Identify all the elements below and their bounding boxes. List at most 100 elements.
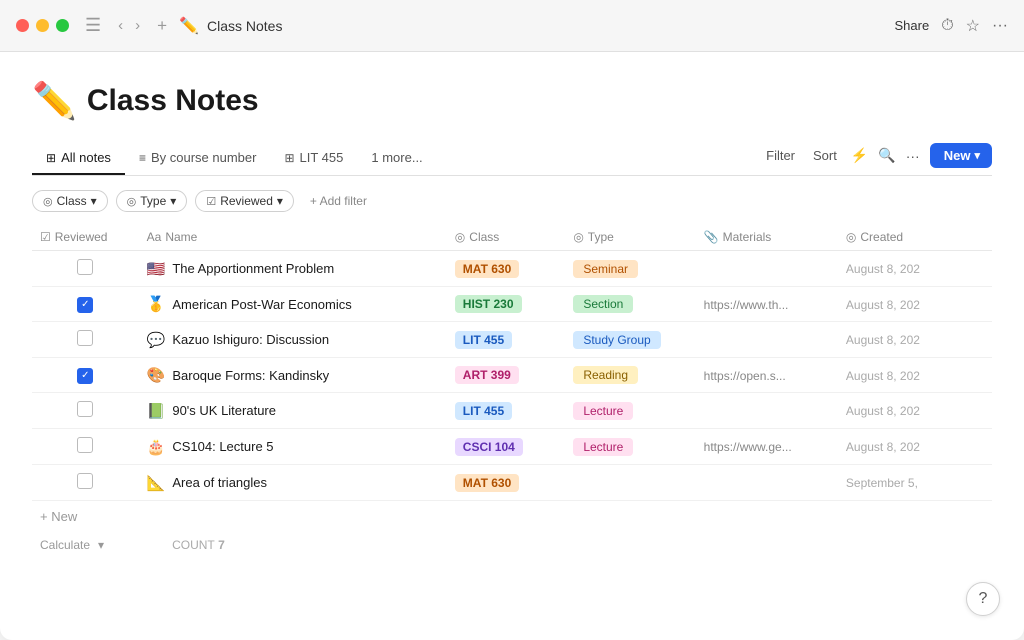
more-options-icon[interactable]: ···	[992, 17, 1008, 35]
table-row[interactable]: ✓🥇American Post-War EconomicsHIST 230Sec…	[32, 287, 992, 322]
row-icon: 💬	[147, 331, 166, 349]
created-date: August 8, 202	[846, 262, 920, 276]
tab-more[interactable]: 1 more...	[357, 142, 436, 175]
created-date: September 5,	[846, 476, 918, 490]
tab-all-notes[interactable]: ⊞ All notes	[32, 142, 125, 175]
class-badge: CSCI 104	[455, 438, 523, 456]
type-badge: Lecture	[573, 438, 633, 456]
tab-by-course-label: By course number	[151, 150, 257, 165]
lightning-icon[interactable]: ⚡	[851, 147, 868, 164]
table-row[interactable]: 🇺🇸The Apportionment ProblemMAT 630Semina…	[32, 251, 992, 287]
add-filter-button[interactable]: + Add filter	[302, 191, 375, 211]
table-row[interactable]: 💬 Kazuo Ishiguro: Discussion LIT 455 Study …	[32, 322, 992, 358]
filter-reviewed[interactable]: ☑ Reviewed ▾	[195, 190, 294, 212]
filter-type[interactable]: ◎ Type ▾	[116, 190, 188, 212]
tab-all-notes-icon: ⊞	[46, 151, 56, 165]
col-type-icon: ◎	[573, 230, 583, 244]
col-created-icon: ◎	[846, 230, 856, 244]
created-date: August 8, 202	[846, 404, 920, 418]
row-icon: 📗	[147, 402, 166, 420]
col-name-icon: Aa	[147, 230, 162, 244]
tab-by-course-icon: ≡	[139, 151, 146, 165]
history-icon[interactable]: ⏱	[941, 17, 953, 35]
col-header-materials[interactable]: 📎 Materials	[696, 224, 838, 251]
col-class-icon: ◎	[455, 230, 465, 244]
row-icon: 🎨	[147, 366, 166, 384]
row-icon: 🎂	[147, 438, 166, 456]
filter-class-chevron: ▾	[91, 194, 97, 208]
review-checkbox[interactable]	[77, 437, 93, 453]
review-checkbox[interactable]: ✓	[77, 297, 93, 313]
materials-link[interactable]: https://open.s...	[704, 369, 786, 383]
titlebar-actions: Share ⏱ ☆ ···	[894, 16, 1008, 36]
tab-all-notes-label: All notes	[61, 150, 111, 165]
filter-class[interactable]: ◎ Class ▾	[32, 190, 108, 212]
nav-prev-button[interactable]: ‹	[113, 15, 128, 36]
add-page-button[interactable]: +	[157, 16, 167, 36]
row-name[interactable]: American Post-War Economics	[172, 297, 351, 312]
search-icon[interactable]: 🔍	[878, 147, 895, 164]
col-header-created[interactable]: ◎ Created	[838, 224, 992, 251]
favorite-icon[interactable]: ☆	[966, 16, 980, 36]
page-title: Class Notes	[87, 84, 259, 118]
calculate-chevron[interactable]: ▾	[98, 538, 104, 552]
toolbar-more-icon[interactable]: ···	[906, 148, 920, 164]
row-icon: 📐	[147, 474, 166, 492]
new-button-chevron: ▾	[974, 149, 980, 162]
materials-link[interactable]: https://www.th...	[704, 298, 789, 312]
col-header-type[interactable]: ◎ Type	[565, 224, 695, 251]
row-name[interactable]: Area of triangles	[172, 475, 267, 490]
filter-class-label: Class	[57, 194, 87, 208]
review-checkbox[interactable]	[77, 473, 93, 489]
col-materials-icon: 📎	[704, 230, 719, 244]
help-button[interactable]: ?	[966, 582, 1000, 616]
col-header-reviewed[interactable]: ☑ Reviewed	[32, 224, 139, 251]
row-name[interactable]: Baroque Forms: Kandinsky	[172, 368, 329, 383]
filter-type-label: Type	[140, 194, 166, 208]
row-name[interactable]: CS104: Lecture 5	[172, 439, 273, 454]
close-button[interactable]	[16, 19, 29, 32]
tab-by-course[interactable]: ≡ By course number	[125, 142, 271, 175]
type-badge: Reading	[573, 366, 638, 384]
table-row[interactable]: 📗90's UK LiteratureLIT 455LectureAugust …	[32, 393, 992, 429]
tab-lit455[interactable]: ⊞ LIT 455	[270, 142, 357, 175]
class-badge: LIT 455	[455, 331, 512, 349]
review-checkbox[interactable]	[77, 330, 93, 346]
nav-buttons: ‹ ›	[113, 15, 145, 36]
new-button[interactable]: New ▾	[930, 143, 992, 168]
col-header-name[interactable]: Aa Name	[139, 224, 447, 251]
add-new-button[interactable]: + New	[40, 509, 77, 524]
titlebar-title: Class Notes	[207, 18, 886, 34]
materials-link[interactable]: https://www.ge...	[704, 440, 792, 454]
sort-button[interactable]: Sort	[809, 146, 841, 165]
toolbar-right: Filter Sort ⚡ 🔍 ··· New ▾	[762, 143, 992, 174]
menu-icon[interactable]: ☰	[85, 15, 101, 36]
share-button[interactable]: Share	[894, 18, 929, 33]
row-name[interactable]: Kazuo Ishiguro: Discussion	[172, 332, 329, 347]
review-checkbox[interactable]	[77, 401, 93, 417]
created-date: August 8, 202	[846, 440, 920, 454]
filter-button[interactable]: Filter	[762, 146, 799, 165]
titlebar: ☰ ‹ › + ✏️ Class Notes Share ⏱ ☆ ···	[0, 0, 1024, 52]
type-badge: Lecture	[573, 402, 633, 420]
filter-type-icon: ◎	[127, 195, 137, 208]
traffic-lights	[16, 19, 69, 32]
type-badge: Study Group	[573, 331, 660, 349]
calculate-button[interactable]: Calculate	[40, 538, 90, 552]
filter-type-chevron: ▾	[170, 194, 176, 208]
type-badge: Seminar	[573, 260, 638, 278]
table-row[interactable]: 📐Area of trianglesMAT 630September 5,	[32, 465, 992, 501]
review-checkbox[interactable]	[77, 259, 93, 275]
row-name[interactable]: The Apportionment Problem	[172, 261, 334, 276]
nav-next-button[interactable]: ›	[130, 15, 145, 36]
table-row[interactable]: ✓🎨Baroque Forms: KandinskyART 399Reading…	[32, 358, 992, 393]
minimize-button[interactable]	[36, 19, 49, 32]
maximize-button[interactable]	[56, 19, 69, 32]
col-header-class[interactable]: ◎ Class	[447, 224, 566, 251]
review-checkbox[interactable]: ✓	[77, 368, 93, 384]
row-icon: 🥇	[147, 295, 166, 313]
table-row[interactable]: 🎂 CS104: Lecture 5 CSCI 104 Lecture https://…	[32, 429, 992, 465]
filter-reviewed-icon: ☑	[206, 195, 216, 208]
row-name[interactable]: 90's UK Literature	[172, 403, 276, 418]
filter-class-icon: ◎	[43, 195, 53, 208]
